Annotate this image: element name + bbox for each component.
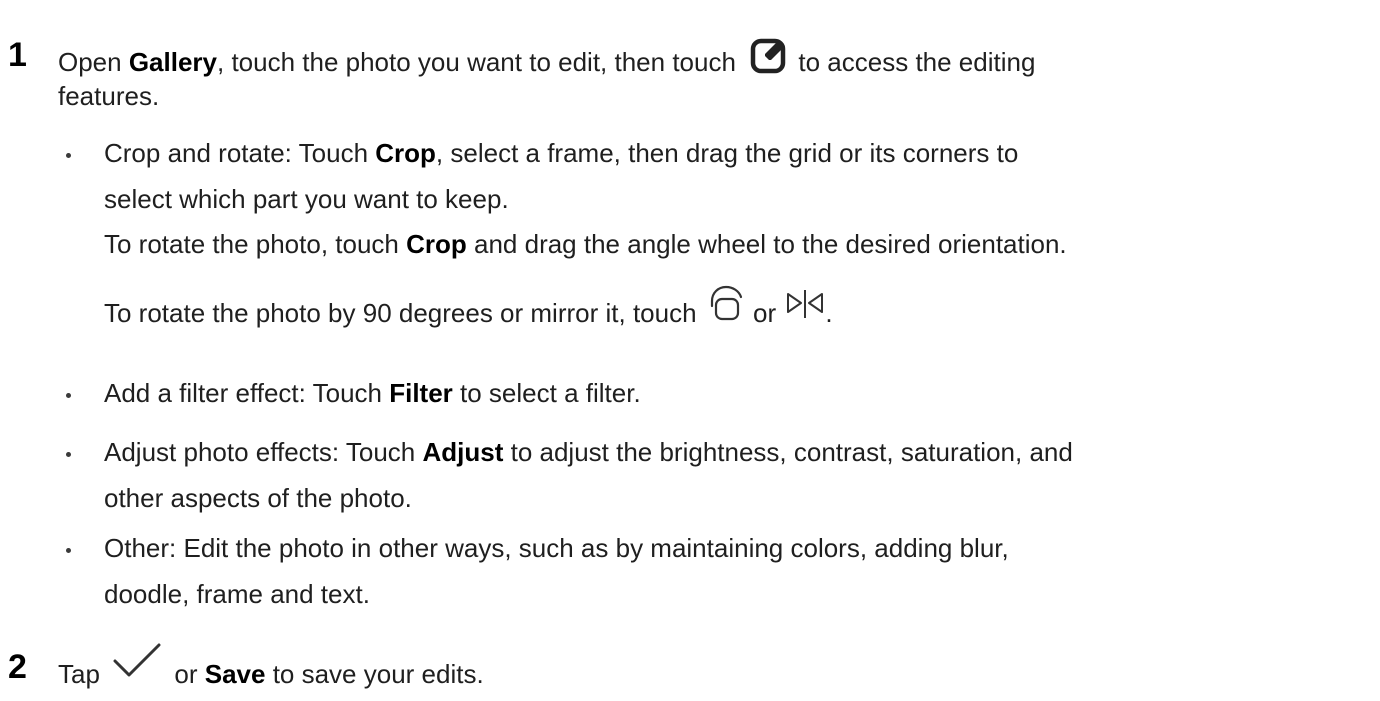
bullet-1-line-3: To rotate the photo, touch Crop and drag… <box>104 229 1067 259</box>
step-number: 2 <box>8 648 27 686</box>
mirror-icon[interactable] <box>785 288 825 326</box>
bullet-2-line-1: Add a filter effect: Touch Filter to sel… <box>104 378 641 408</box>
step-2-line: Tap or Save to save your edits. <box>58 643 484 699</box>
text: Adjust photo effects: Touch <box>104 437 423 467</box>
text: to select a filter. <box>452 378 641 408</box>
text: To rotate the photo by 90 degrees or mir… <box>104 297 697 328</box>
text: . <box>825 297 833 328</box>
crop-label: Crop <box>375 138 436 168</box>
gallery-app-name: Gallery <box>128 46 217 77</box>
text: or <box>753 297 777 328</box>
adjust-label: Adjust <box>422 437 504 467</box>
save-label: Save <box>204 658 266 689</box>
step-1-line-2: features. <box>58 81 160 111</box>
text: Crop and rotate: Touch <box>104 138 376 168</box>
text: and drag the angle wheel to the desired … <box>466 229 1067 259</box>
bullet-4-line-1: Other: Edit the photo in other ways, suc… <box>104 533 1009 563</box>
step-1-line-1: Open Gallery, touch the photo you want t… <box>58 38 1036 87</box>
bullet-dot <box>66 548 71 553</box>
bullet-dot <box>66 393 71 398</box>
text: , select a frame, then drag the grid or … <box>435 138 1019 168</box>
text: to access the editing <box>798 46 1036 77</box>
text: , touch the photo you want to edit, then… <box>217 46 736 77</box>
filter-label: Filter <box>389 378 453 408</box>
bullet-1-line-2: select which part you want to keep. <box>104 184 509 214</box>
crop-label: Crop <box>406 229 467 259</box>
edit-square-pencil-icon[interactable] <box>749 35 789 81</box>
bullet-1-line-4: To rotate the photo by 90 degrees or mir… <box>104 285 833 337</box>
bullet-4-line-2: doodle, frame and text. <box>104 579 370 609</box>
bullet-1-line-1: Crop and rotate: Touch Crop, select a fr… <box>104 138 1018 168</box>
text: To rotate the photo, touch <box>104 229 407 259</box>
bullet-dot <box>66 452 71 457</box>
text: Tap <box>58 658 100 689</box>
step-number: 1 <box>8 36 27 74</box>
text: to save your edits. <box>265 658 484 689</box>
text: Open <box>58 46 129 77</box>
text: or <box>174 658 205 689</box>
bullet-dot <box>66 153 71 158</box>
bullet-3-line-2: other aspects of the photo. <box>104 483 412 513</box>
rotate-icon[interactable] <box>706 285 746 329</box>
checkmark-icon[interactable] <box>111 641 163 687</box>
text: Add a filter effect: Touch <box>104 378 390 408</box>
text: to adjust the brightness, contrast, satu… <box>503 437 1073 467</box>
bullet-3-line-1: Adjust photo effects: Touch Adjust to ad… <box>104 437 1073 467</box>
